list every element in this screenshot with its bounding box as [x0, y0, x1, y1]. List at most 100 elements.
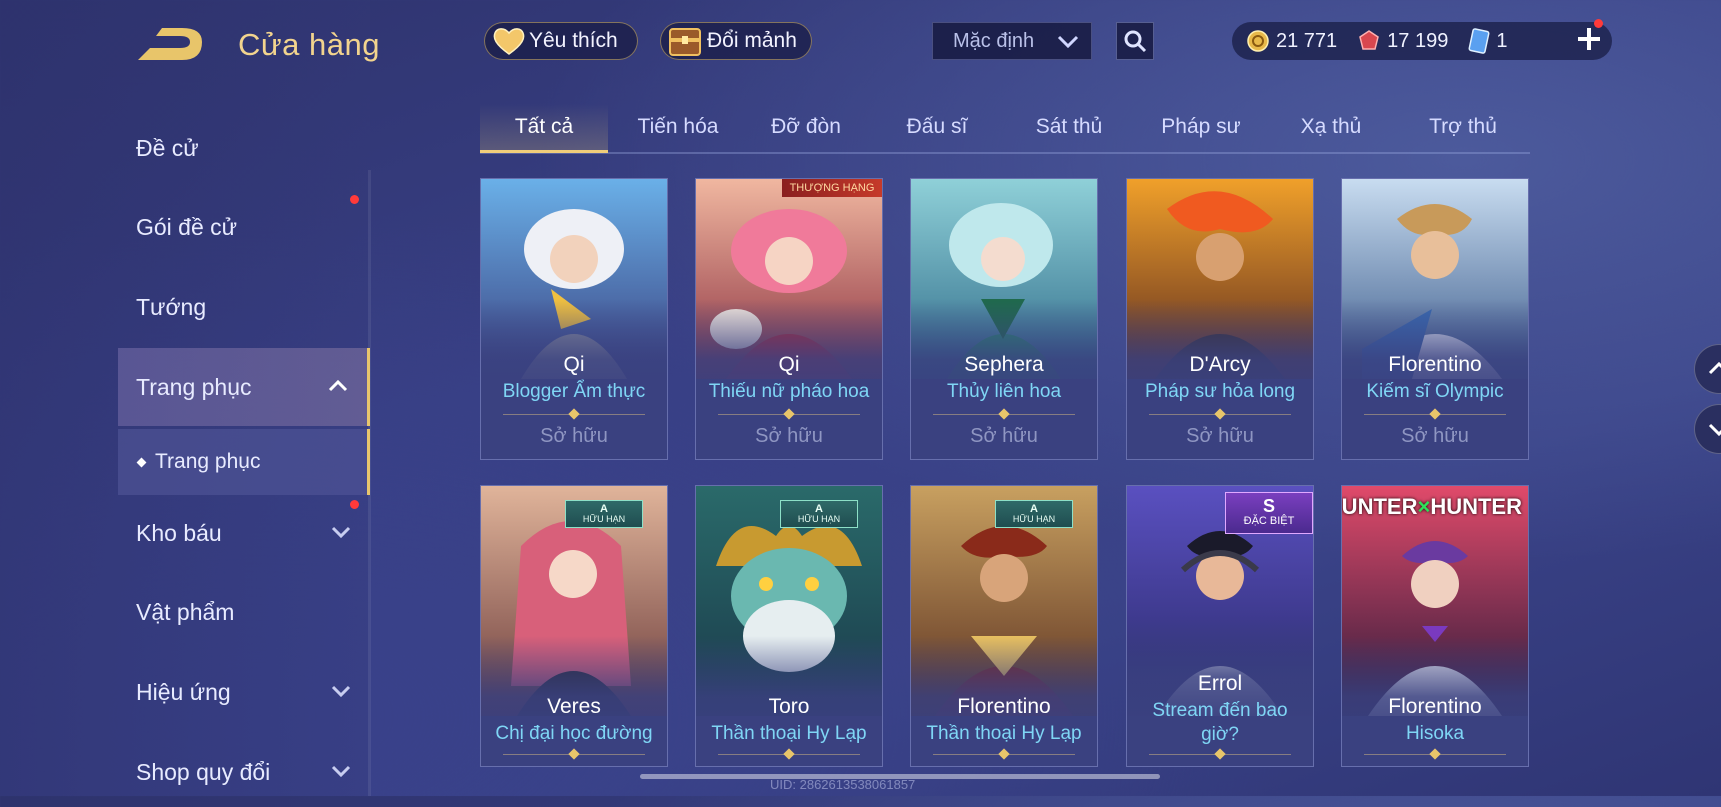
sidebar-item-bundles[interactable]: Gói đề cử: [118, 192, 370, 262]
red-gem-icon: [1359, 30, 1380, 50]
voucher-amount: 1: [1496, 29, 1508, 52]
notification-dot: [350, 195, 359, 204]
gem-balance: 17 199: [1357, 29, 1448, 53]
skin-card[interactable]: THƯỢNG HẠNG Qi Thiếu nữ pháo hoa Sở hữu: [695, 178, 883, 460]
tab-marksman[interactable]: Xạ thủ: [1268, 104, 1394, 150]
card-divider: [1149, 754, 1291, 755]
owned-status: Sở hữu: [1186, 425, 1254, 447]
back-button[interactable]: [136, 26, 210, 64]
sidebar-item-recommended[interactable]: Đề cử: [118, 113, 370, 183]
badge-grade: A: [1030, 503, 1038, 515]
card-divider: [718, 414, 860, 415]
skin-name: Pháp sư hỏa long: [1144, 381, 1296, 402]
back-arrow-icon: [138, 28, 202, 60]
limited-grade-badge: A HỮU HẠN: [995, 500, 1073, 528]
hero-name: Veres: [547, 695, 601, 718]
favorites-button[interactable]: Yêu thích: [484, 22, 638, 60]
card-divider: [933, 754, 1075, 755]
sort-value: Mặc định: [953, 29, 1035, 52]
chevron-down-icon: [331, 765, 351, 778]
sidebar-item-label: Kho báu: [136, 519, 222, 546]
user-id-text: UID: 2862613538061857: [770, 777, 916, 792]
scroll-down-button[interactable]: [1694, 404, 1721, 454]
voucher-card-icon: [1468, 28, 1490, 54]
skin-card[interactable]: A HỮU HẠN Florentino Thần thoại Hy Lạp: [910, 485, 1098, 767]
chevron-down-icon: [1708, 423, 1721, 437]
skin-card[interactable]: Qi Blogger Ẩm thực Sở hữu: [480, 178, 668, 460]
heart-icon: [493, 28, 525, 55]
sidebar-item-label: Hiệu ứng: [136, 678, 231, 705]
currency-bar: 21 771 17 199 1: [1232, 22, 1612, 60]
sidebar-item-effects[interactable]: Hiệu ứng: [118, 657, 370, 727]
chevron-down-icon: [331, 526, 351, 539]
voucher-balance: 1: [1468, 28, 1507, 54]
badge-text: ĐẶC BIỆT: [1243, 515, 1295, 527]
limited-grade-badge: A HỮU HẠN: [565, 500, 643, 528]
tab-fighter[interactable]: Đấu sĩ: [874, 104, 1000, 150]
tab-support[interactable]: Trợ thủ: [1398, 104, 1528, 150]
skin-name: Blogger Ẩm thực: [502, 381, 646, 402]
chevron-up-icon: [1708, 361, 1721, 375]
skin-card[interactable]: Florentino Kiếm sĩ Olympic Sở hữu: [1341, 178, 1529, 460]
treasure-chest-icon: [669, 28, 701, 56]
owned-status: Sở hữu: [1401, 425, 1469, 447]
badge-grade: A: [815, 503, 823, 515]
skin-name: Kiếm sĩ Olympic: [1366, 381, 1504, 402]
chevron-up-icon: [328, 379, 348, 392]
badge-text: HỮU HẠN: [1012, 514, 1056, 524]
badge-text: HỮU HẠN: [582, 514, 626, 524]
skin-name: Stream đến bao giờ?: [1152, 700, 1288, 745]
card-divider: [718, 754, 860, 755]
sidebar-item-label: Shop quy đổi: [136, 758, 271, 785]
sidebar-item-label: Vật phẩm: [136, 598, 235, 625]
hero-name: Sephera: [964, 353, 1044, 376]
limited-grade-badge: A HỮU HẠN: [780, 500, 858, 528]
tab-mage[interactable]: Pháp sư: [1136, 104, 1266, 150]
tab-evolution[interactable]: Tiến hóa: [614, 104, 742, 150]
skin-name: Hisoka: [1405, 723, 1465, 744]
sidebar-subitem-label: Trang phục: [155, 450, 261, 473]
skin-card[interactable]: A HỮU HẠN Toro Thần thoại Hy Lạp: [695, 485, 883, 767]
page-title: Cửa hàng: [238, 27, 380, 62]
search-button[interactable]: [1116, 22, 1154, 60]
owned-status: Sở hữu: [540, 425, 608, 447]
sidebar-item-label: Tướng: [136, 293, 207, 320]
gem-amount: 17 199: [1387, 29, 1449, 52]
sidebar-item-items[interactable]: Vật phẩm: [118, 577, 370, 647]
skin-card[interactable]: Sephera Thủy liên hoa Sở hữu: [910, 178, 1098, 460]
skin-card[interactable]: A HỮU HẠN Veres Chị đại học đường: [480, 485, 668, 767]
hero-name: Errol: [1197, 672, 1243, 695]
tab-all[interactable]: Tất cả: [480, 104, 608, 153]
card-divider: [503, 414, 645, 415]
card-divider: [933, 414, 1075, 415]
skin-name: Thần thoại Hy Lạp: [926, 723, 1082, 744]
skin-name: Chị đại học đường: [495, 723, 653, 744]
sidebar-item-treasure[interactable]: Kho báu: [118, 498, 370, 568]
hero-name: Qi: [563, 353, 585, 376]
chevron-down-icon: [1057, 35, 1079, 49]
diamond-bullet-icon: [136, 457, 147, 467]
notification-dot: [350, 500, 359, 509]
tab-assassin[interactable]: Sát thủ: [1004, 104, 1134, 150]
sort-select[interactable]: Mặc định: [932, 22, 1092, 60]
tab-tank[interactable]: Đỡ đòn: [742, 104, 870, 150]
hero-name: Florentino: [1388, 695, 1482, 718]
owned-status: Sở hữu: [970, 425, 1038, 447]
premium-rank-badge: THƯỢNG HẠNG: [782, 179, 882, 197]
badge-text: HỮU HẠN: [797, 514, 841, 524]
sidebar-item-heroes[interactable]: Tướng: [118, 272, 370, 342]
search-icon: [1124, 30, 1147, 53]
sidebar-subitem-skins[interactable]: Trang phục: [118, 429, 370, 495]
skin-card[interactable]: D'Arcy Pháp sư hỏa long Sở hữu: [1126, 178, 1314, 460]
card-divider: [1149, 414, 1291, 415]
sidebar-item-exchange-shop[interactable]: Shop quy đổi: [118, 737, 370, 807]
shard-exchange-button[interactable]: Đổi mảnh: [660, 22, 812, 60]
skin-card[interactable]: HUNTER×HUNTER Florentino Hisoka: [1341, 485, 1529, 767]
hero-name: Florentino: [1388, 353, 1482, 376]
skin-card[interactable]: S ĐẶC BIỆT Errol Stream đến bao giờ?: [1126, 485, 1314, 767]
sidebar-item-skins[interactable]: Trang phục: [118, 348, 370, 426]
owned-status: Sở hữu: [755, 425, 823, 447]
skin-name: Thiếu nữ pháo hoa: [708, 381, 870, 402]
scroll-up-button[interactable]: [1694, 344, 1721, 394]
badge-grade: S: [1262, 496, 1275, 516]
